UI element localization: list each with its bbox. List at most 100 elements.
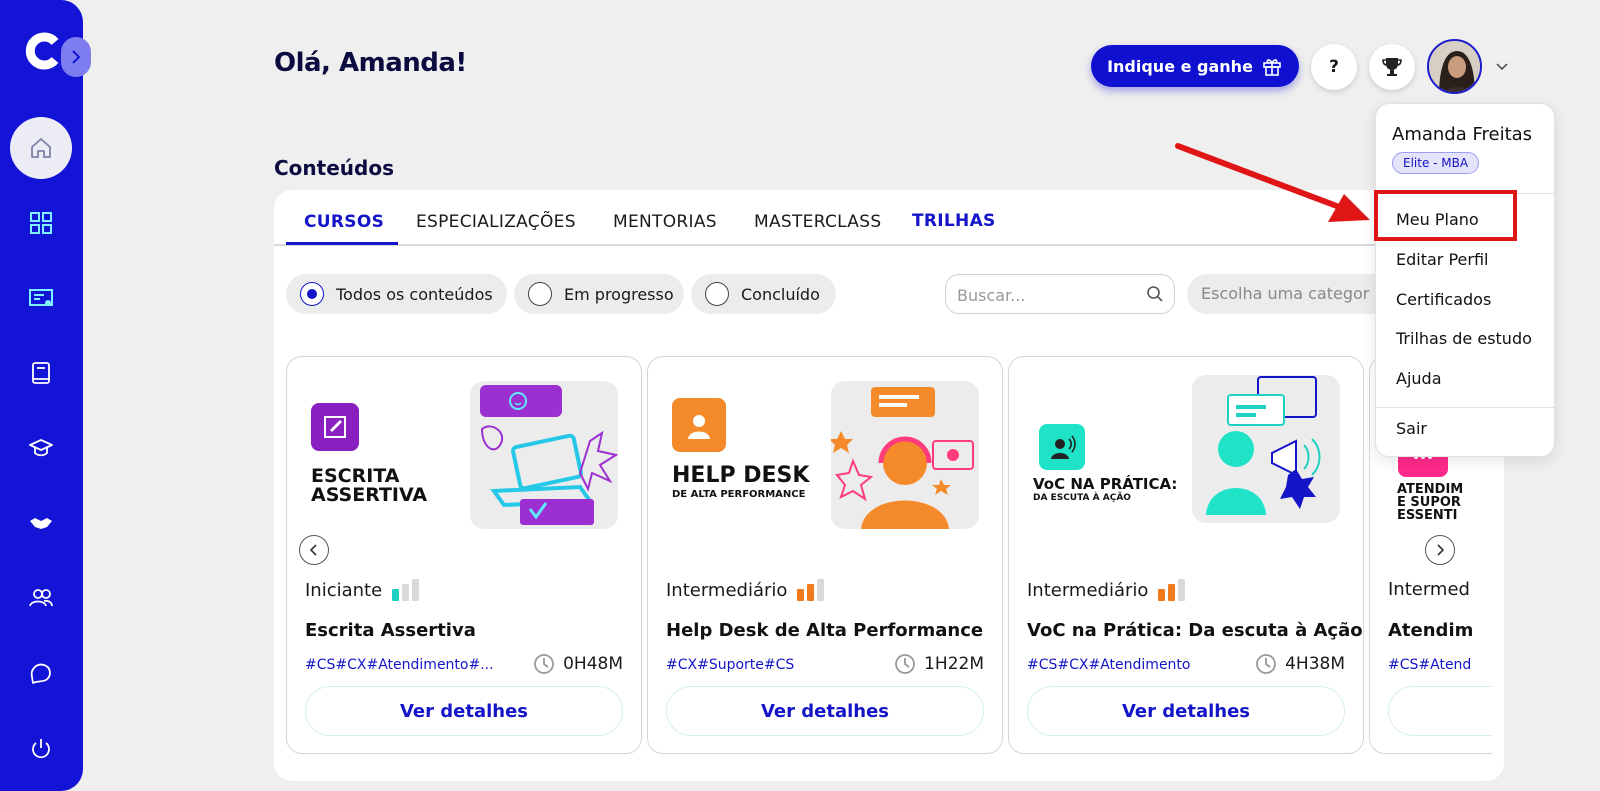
sidebar-item-dashboard[interactable] [10,192,72,254]
sidebar-item-partners[interactable] [10,492,72,554]
menu-item-editar-perfil[interactable]: Editar Perfil [1396,250,1488,269]
search-input[interactable] [957,283,1137,307]
card-thumb-line: ESSENTI [1397,508,1458,523]
sidebar-item-certificates[interactable] [10,267,72,329]
card-thumb-line: VoC NA PRÁTICA: [1033,475,1178,493]
course-tags: #CX#Suporte#CS [666,657,795,673]
filter-in-progress[interactable]: Em progresso [514,274,684,314]
filter-completed-radio[interactable] [705,282,729,306]
course-card[interactable]: ESCRITA ASSERTIVA Iniciante Escrita Asse… [286,356,642,754]
level-bars-icon [797,579,825,601]
view-details-button[interactable]: Ver detalhes [666,686,984,736]
content-panel: CURSOS ESPECIALIZAÇÕES MENTORIAS MASTERC… [274,190,1504,781]
dropdown-divider [1376,407,1556,408]
avatar-photo [1429,41,1480,92]
card-thumb-title: VoC NA PRÁTICA: DA ESCUTA À AÇÃO [1033,477,1177,503]
clock-icon [895,654,915,674]
course-carousel: ESCRITA ASSERTIVA Iniciante Escrita Asse… [286,356,1492,756]
avatar[interactable] [1427,39,1482,94]
help-label: ? [1329,57,1339,77]
search-icon[interactable] [1146,285,1164,303]
level-bars-icon [392,579,420,601]
course-tags: #CS#CX#Atendimento#... [305,657,494,673]
plan-badge: Elite - MBA [1392,152,1480,174]
filter-in-progress-label: Em progresso [564,284,674,304]
sidebar-item-community[interactable] [10,567,72,629]
level-label: Intermediário [666,579,788,601]
course-card[interactable]: VoC NA PRÁTICA: DA ESCUTA À AÇÃO Interme… [1008,356,1364,754]
duration-value: 4H38M [1285,654,1345,674]
view-details-button[interactable]: Ver detalhes [305,686,623,736]
writing-icon [311,403,359,451]
refer-and-earn-button[interactable]: Indique e ganhe [1091,45,1299,87]
tab-cursos[interactable]: CURSOS [304,212,384,232]
tab-especializacoes[interactable]: ESPECIALIZAÇÕES [416,212,576,232]
sidebar [0,0,91,791]
filter-all-label: Todos os conteúdos [336,284,493,304]
carousel-next-button[interactable] [1425,535,1455,565]
level-label: Iniciante [305,579,383,601]
course-title: Escrita Assertiva [305,620,476,641]
filter-in-progress-radio[interactable] [528,282,552,306]
course-title: Atendim [1388,620,1474,641]
course-tags: #CS#CX#Atendimento [1027,657,1191,673]
certificate-icon [29,289,53,306]
achievements-button[interactable] [1369,44,1415,90]
card-illustration [470,381,618,529]
course-card[interactable]: HELP DESK DE ALTA PERFORMANCE Intermediá… [647,356,1003,754]
level-bars-icon [1158,579,1186,601]
card-illustration [831,381,979,529]
view-details-button[interactable] [1388,686,1492,736]
card-thumb-line: DE ALTA PERFORMANCE [672,489,806,500]
sidebar-item-courses[interactable] [10,417,72,479]
card-thumb-line: DA ESCUTA À AÇÃO [1033,493,1131,503]
filter-completed[interactable]: Concluído [691,274,836,314]
card-thumb-line: ASSERTIVA [311,484,428,506]
level-label: Intermediário [1027,579,1149,601]
book-icon [32,362,50,384]
course-level: Iniciante [305,579,420,601]
duration-value: 1H22M [924,654,984,674]
tab-masterclass[interactable]: MASTERCLASS [754,212,881,232]
course-level: Intermediário [666,579,825,601]
handshake-icon [30,518,52,529]
annotation-highlight-box [1374,190,1517,241]
sidebar-item-book[interactable] [10,342,72,404]
sidebar-item-home[interactable] [10,117,72,179]
logo[interactable] [22,30,62,72]
support-icon [672,398,726,452]
menu-item-trilhas[interactable]: Trilhas de estudo [1396,329,1532,348]
dropdown-user-name: Amanda Freitas [1392,124,1533,145]
menu-item-sair[interactable]: Sair [1396,419,1427,438]
duration-value: 0H48M [563,654,623,674]
sidebar-expand-button[interactable] [61,37,91,77]
view-details-button[interactable]: Ver detalhes [1027,686,1345,736]
help-button[interactable]: ? [1311,44,1357,90]
filter-completed-label: Concluído [741,284,820,304]
menu-item-certificados[interactable]: Certificados [1396,290,1491,309]
course-duration: 1H22M [894,653,984,675]
filter-all-radio[interactable] [300,282,324,306]
clock-icon [534,654,554,674]
tab-trilhas[interactable]: TRILHAS [912,211,996,231]
active-tab-indicator [286,242,398,245]
course-duration: 0H48M [533,653,623,675]
gift-icon [1263,59,1281,76]
chevron-left-icon [309,544,317,556]
sidebar-item-chat[interactable] [10,642,72,704]
graduation-cap-icon [29,439,53,457]
course-level: Intermediário [1027,579,1186,601]
voice-icon [1039,424,1085,470]
power-icon [32,739,50,759]
filter-all[interactable]: Todos os conteúdos [286,274,507,314]
carousel-prev-button[interactable] [299,535,329,565]
section-title: Conteúdos [274,156,394,180]
menu-item-ajuda[interactable]: Ajuda [1396,369,1442,388]
tab-mentorias[interactable]: MENTORIAS [613,212,717,232]
course-level: Intermed [1388,579,1470,600]
sidebar-item-logout[interactable] [10,717,72,779]
greeting-title: Olá, Amanda! [274,48,467,78]
chevron-down-icon[interactable] [1494,58,1510,74]
users-icon [29,589,53,607]
course-title: Help Desk de Alta Performance [666,620,984,641]
